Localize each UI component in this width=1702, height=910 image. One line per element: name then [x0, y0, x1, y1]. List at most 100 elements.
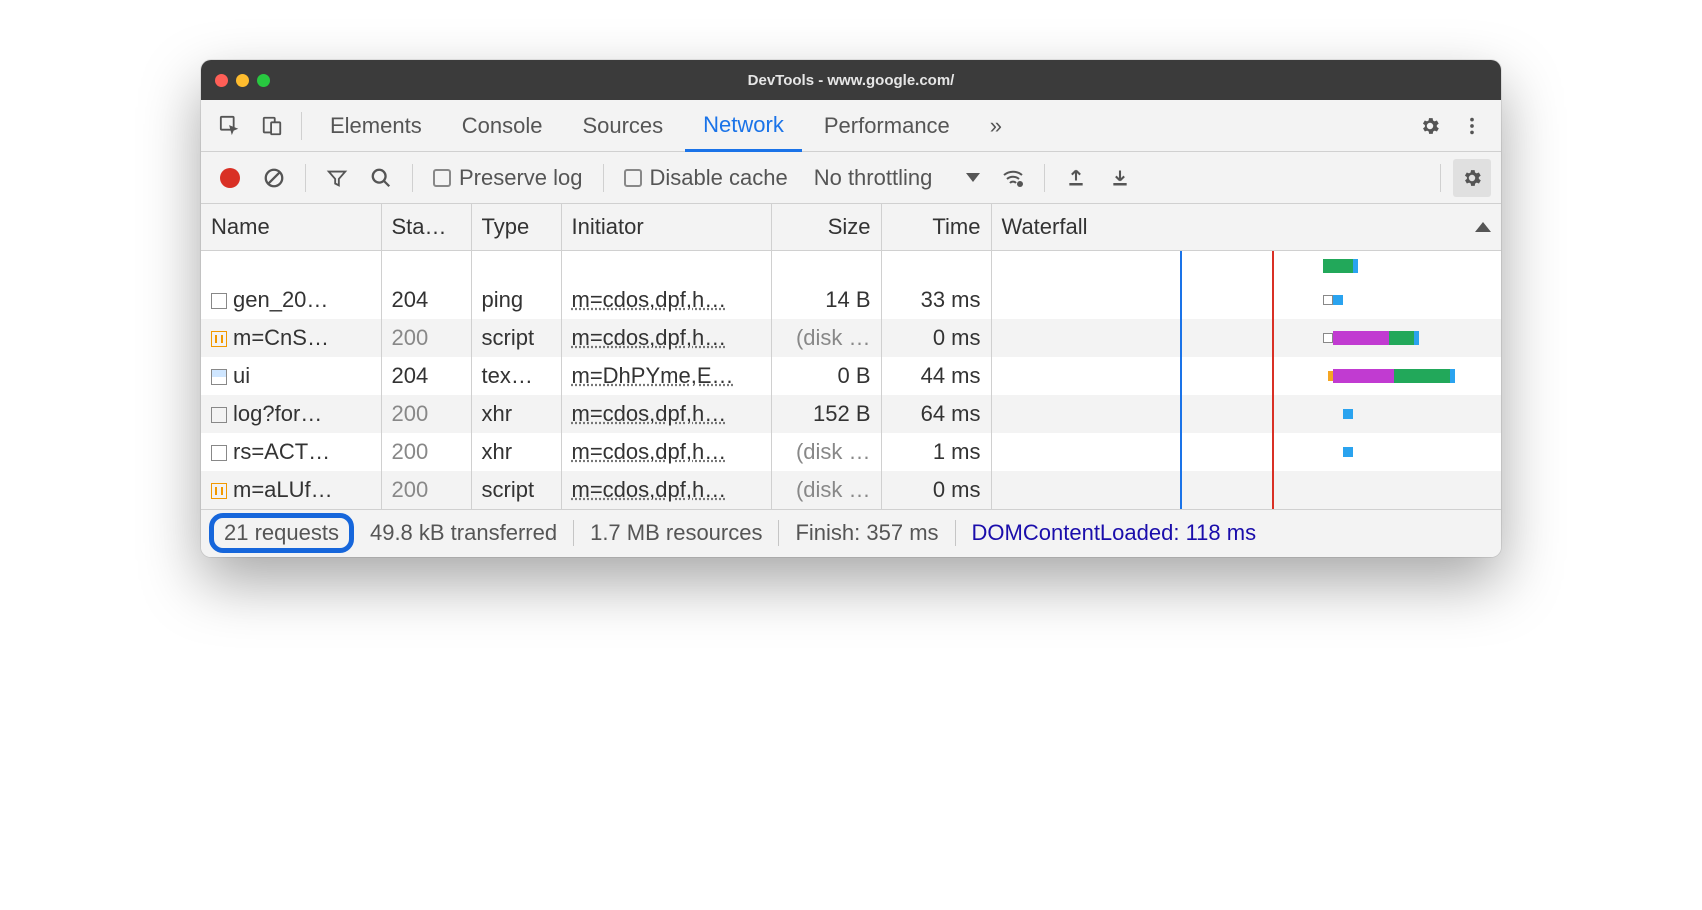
waterfall-cell	[991, 251, 1501, 281]
cell-name: log?for…	[201, 395, 381, 433]
tabs-overflow[interactable]: »	[972, 100, 1020, 152]
cell-initiator[interactable]: m=cdos,dpf,h…	[561, 433, 771, 471]
waterfall-cell	[991, 281, 1501, 319]
col-header-status[interactable]: Sta…	[381, 204, 471, 251]
clear-button[interactable]	[255, 159, 293, 197]
col-header-waterfall[interactable]: Waterfall	[991, 204, 1501, 251]
disable-cache-label: Disable cache	[650, 165, 788, 191]
cell-initiator[interactable]: m=cdos,dpf,h…	[561, 395, 771, 433]
col-header-name[interactable]: Name	[201, 204, 381, 251]
network-settings-gear-icon[interactable]	[1453, 159, 1491, 197]
col-header-initiator[interactable]: Initiator	[561, 204, 771, 251]
cell-status: 200	[381, 395, 471, 433]
cell-initiator[interactable]: m=DhPYme,E…	[561, 357, 771, 395]
network-toolbar: Preserve log Disable cache No throttling	[201, 152, 1501, 204]
tab-performance[interactable]: Performance	[806, 100, 968, 152]
sort-asc-icon	[1475, 222, 1491, 232]
cell-name: rs=ACT…	[201, 433, 381, 471]
divider	[1044, 164, 1045, 192]
cell-initiator[interactable]: m=cdos,dpf,h…	[561, 319, 771, 357]
cell-size: 0 B	[771, 357, 881, 395]
inspect-element-icon[interactable]	[211, 107, 249, 145]
export-har-icon[interactable]	[1101, 159, 1139, 197]
cell-time: 1 ms	[881, 433, 991, 471]
checkbox-icon	[433, 169, 451, 187]
cell-type: ping	[471, 281, 561, 319]
table-lead-row	[201, 251, 1501, 281]
waterfall-cell	[991, 395, 1501, 433]
cell-size: 14 B	[771, 281, 881, 319]
divider	[1440, 164, 1441, 192]
divider	[301, 112, 302, 140]
cell-type: tex…	[471, 357, 561, 395]
waterfall-cell	[991, 433, 1501, 471]
cell-status: 200	[381, 471, 471, 509]
cell-size: 152 B	[771, 395, 881, 433]
col-header-size[interactable]: Size	[771, 204, 881, 251]
minimize-button[interactable]	[236, 74, 249, 87]
divider	[305, 164, 306, 192]
checkbox-icon	[624, 169, 642, 187]
requests-count-highlighted: 21 requests	[209, 513, 354, 553]
cell-size: (disk …	[771, 319, 881, 357]
record-button[interactable]	[211, 159, 249, 197]
divider	[412, 164, 413, 192]
devtools-window: DevTools - www.google.com/ Elements Cons…	[201, 60, 1501, 557]
filter-icon[interactable]	[318, 159, 356, 197]
cell-time: 0 ms	[881, 319, 991, 357]
close-button[interactable]	[215, 74, 228, 87]
disable-cache-checkbox[interactable]: Disable cache	[616, 165, 796, 191]
document-file-icon	[211, 445, 227, 461]
transferred-size: 49.8 kB transferred	[354, 520, 573, 546]
cell-name: m=CnS…	[201, 319, 381, 357]
cell-status: 204	[381, 281, 471, 319]
col-header-type[interactable]: Type	[471, 204, 561, 251]
cell-size: (disk …	[771, 471, 881, 509]
preserve-log-checkbox[interactable]: Preserve log	[425, 165, 591, 191]
import-har-icon[interactable]	[1057, 159, 1095, 197]
table-row[interactable]: ui 204 tex… m=DhPYme,E… 0 B 44 ms	[201, 357, 1501, 395]
cell-status: 200	[381, 319, 471, 357]
cell-initiator[interactable]: m=cdos,dpf,h…	[561, 281, 771, 319]
table-row[interactable]: rs=ACT… 200 xhr m=cdos,dpf,h… (disk … 1 …	[201, 433, 1501, 471]
finish-time: Finish: 357 ms	[779, 520, 954, 546]
device-toolbar-icon[interactable]	[253, 107, 291, 145]
tab-elements[interactable]: Elements	[312, 100, 440, 152]
tab-console[interactable]: Console	[444, 100, 561, 152]
network-status-bar: 21 requests 49.8 kB transferred 1.7 MB r…	[201, 509, 1501, 557]
maximize-button[interactable]	[257, 74, 270, 87]
cell-time: 64 ms	[881, 395, 991, 433]
cell-status: 200	[381, 433, 471, 471]
cell-time: 33 ms	[881, 281, 991, 319]
cell-time: 44 ms	[881, 357, 991, 395]
tab-sources[interactable]: Sources	[564, 100, 681, 152]
table-row[interactable]: gen_20… 204 ping m=cdos,dpf,h… 14 B 33 m…	[201, 281, 1501, 319]
resources-size: 1.7 MB resources	[574, 520, 778, 546]
script-file-icon	[211, 483, 227, 499]
requests-count: 21 requests	[224, 520, 339, 545]
throttling-select[interactable]: No throttling	[802, 165, 989, 191]
waterfall-cell	[991, 471, 1501, 509]
cell-type: script	[471, 319, 561, 357]
document-file-icon	[211, 407, 227, 423]
cell-name: gen_20…	[201, 281, 381, 319]
cell-time: 0 ms	[881, 471, 991, 509]
table-header-row: Name Sta… Type Initiator Size Time Water…	[201, 204, 1501, 251]
kebab-menu-icon[interactable]	[1453, 107, 1491, 145]
col-header-time[interactable]: Time	[881, 204, 991, 251]
search-icon[interactable]	[362, 159, 400, 197]
image-file-icon	[211, 369, 227, 385]
table-row[interactable]: m=aLUf… 200 script m=cdos,dpf,h… (disk ……	[201, 471, 1501, 509]
cell-type: xhr	[471, 433, 561, 471]
table-row[interactable]: m=CnS… 200 script m=cdos,dpf,h… (disk … …	[201, 319, 1501, 357]
settings-gear-icon[interactable]	[1411, 107, 1449, 145]
cell-initiator[interactable]: m=cdos,dpf,h…	[561, 471, 771, 509]
network-conditions-icon[interactable]	[994, 159, 1032, 197]
waterfall-cell	[991, 319, 1501, 357]
document-file-icon	[211, 293, 227, 309]
script-file-icon	[211, 331, 227, 347]
table-row[interactable]: log?for… 200 xhr m=cdos,dpf,h… 152 B 64 …	[201, 395, 1501, 433]
chevron-down-icon	[966, 173, 980, 182]
tab-network[interactable]: Network	[685, 100, 802, 152]
network-requests-table: Name Sta… Type Initiator Size Time Water…	[201, 204, 1501, 509]
